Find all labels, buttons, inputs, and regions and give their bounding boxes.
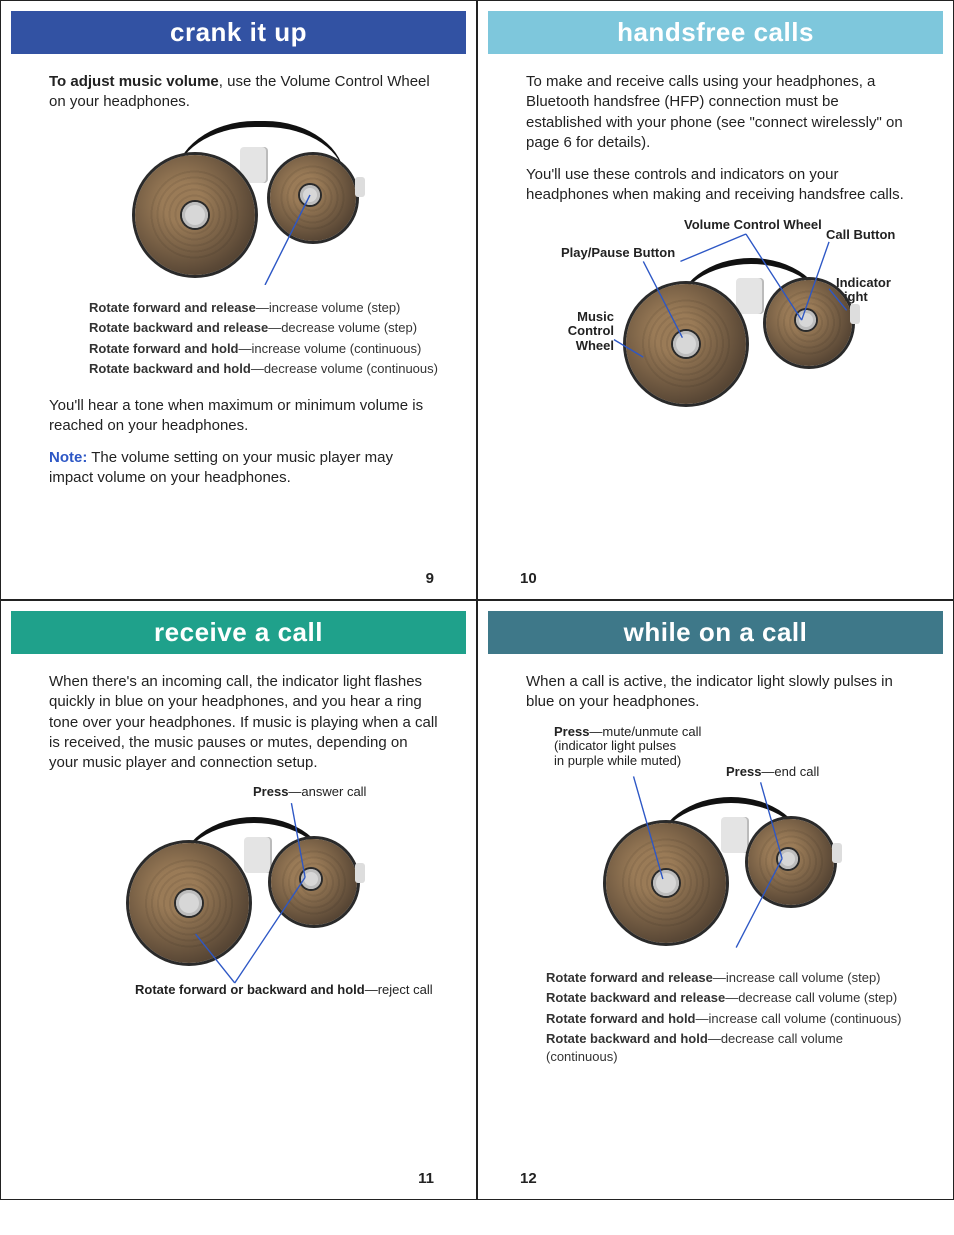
earcup-hub-right	[796, 310, 816, 330]
label-indicator-light: Indicator Light	[836, 276, 906, 306]
caption-row: Rotate forward and hold—increase call vo…	[546, 1010, 917, 1028]
page-10: handsfree calls To make and receive call…	[477, 0, 954, 600]
page-title: crank it up	[11, 11, 466, 54]
page-9: crank it up To adjust music volume, use …	[0, 0, 477, 600]
caption-row: Rotate forward and release—increase call…	[546, 969, 917, 987]
bracket-graphic	[240, 147, 268, 183]
earcup-hub-right	[778, 849, 798, 869]
page-content: When there's an incoming call, the indic…	[1, 654, 476, 1187]
page-content: To adjust music volume, use the Volume C…	[1, 54, 476, 587]
tone-paragraph: You'll hear a tone when maximum or minim…	[49, 396, 440, 437]
stub-graphic	[355, 863, 365, 883]
on-call-diagram: Press—mute/unmute call (indicator light …	[526, 725, 917, 955]
page-title: receive a call	[11, 611, 466, 654]
label-mute: Press—mute/unmute call (indicator light …	[554, 725, 714, 770]
page-content: To make and receive calls using your hea…	[478, 54, 953, 587]
earcup-hub-left	[182, 202, 208, 228]
label-play-pause: Play/Pause Button	[561, 246, 675, 261]
page-12: while on a call When a call is active, t…	[477, 600, 954, 1200]
volume-wheel-diagram	[95, 125, 395, 285]
paragraph: You'll use these controls and indicators…	[526, 165, 917, 206]
stub-graphic	[355, 177, 365, 197]
stub-graphic	[832, 843, 842, 863]
caption-row: Rotate forward and release—increase volu…	[89, 299, 440, 317]
stub-graphic	[850, 304, 860, 324]
paragraph: When there's an incoming call, the indic…	[49, 672, 440, 773]
label-reject-call: Rotate forward or backward and hold—reje…	[135, 983, 433, 998]
page-title: while on a call	[488, 611, 943, 654]
page-11: receive a call When there's an incoming …	[0, 600, 477, 1200]
page-number: 9	[426, 570, 434, 587]
volume-captions: Rotate forward and release—increase volu…	[89, 299, 440, 378]
earcup-hub-left	[653, 870, 679, 896]
page-number: 11	[418, 1170, 434, 1187]
caption-row: Rotate backward and release—decrease vol…	[89, 319, 440, 337]
intro-lead: To adjust music volume	[49, 73, 219, 90]
caption-row: Rotate backward and hold—decrease call v…	[546, 1030, 917, 1065]
caption-row: Rotate forward and hold—increase volume …	[89, 340, 440, 358]
receive-call-diagram: Press—answer call Rotate forward or back…	[49, 785, 440, 1005]
label-end-call: Press—end call	[726, 765, 819, 780]
earcup-hub-right	[300, 185, 320, 205]
label-music-control-wheel: Music Control Wheel	[554, 310, 614, 355]
label-call-button: Call Button	[826, 228, 895, 243]
earcup-hub-left	[673, 331, 699, 357]
paragraph: When a call is active, the indicator lig…	[526, 672, 917, 713]
caption-row: Rotate backward and release—decrease cal…	[546, 989, 917, 1007]
page-number: 12	[520, 1170, 537, 1187]
page-content: When a call is active, the indicator lig…	[478, 654, 953, 1187]
controls-diagram: Volume Control Wheel Play/Pause Button C…	[526, 218, 917, 428]
page-title: handsfree calls	[488, 11, 943, 54]
paragraph: To make and receive calls using your hea…	[526, 72, 917, 153]
note-text: The volume setting on your music player …	[49, 449, 393, 486]
note-label: Note:	[49, 449, 87, 466]
intro-paragraph: To adjust music volume, use the Volume C…	[49, 72, 440, 113]
label-press-answer: Press—answer call	[253, 785, 366, 800]
bracket-graphic	[244, 837, 272, 873]
call-volume-captions: Rotate forward and release—increase call…	[546, 969, 917, 1066]
label-volume-wheel: Volume Control Wheel	[684, 218, 822, 233]
note-paragraph: Note: The volume setting on your music p…	[49, 448, 440, 489]
manual-spread: crank it up To adjust music volume, use …	[0, 0, 954, 1200]
bracket-graphic	[736, 278, 764, 314]
bracket-graphic	[721, 817, 749, 853]
caption-row: Rotate backward and hold—decrease volume…	[89, 360, 440, 378]
page-number: 10	[520, 570, 537, 587]
